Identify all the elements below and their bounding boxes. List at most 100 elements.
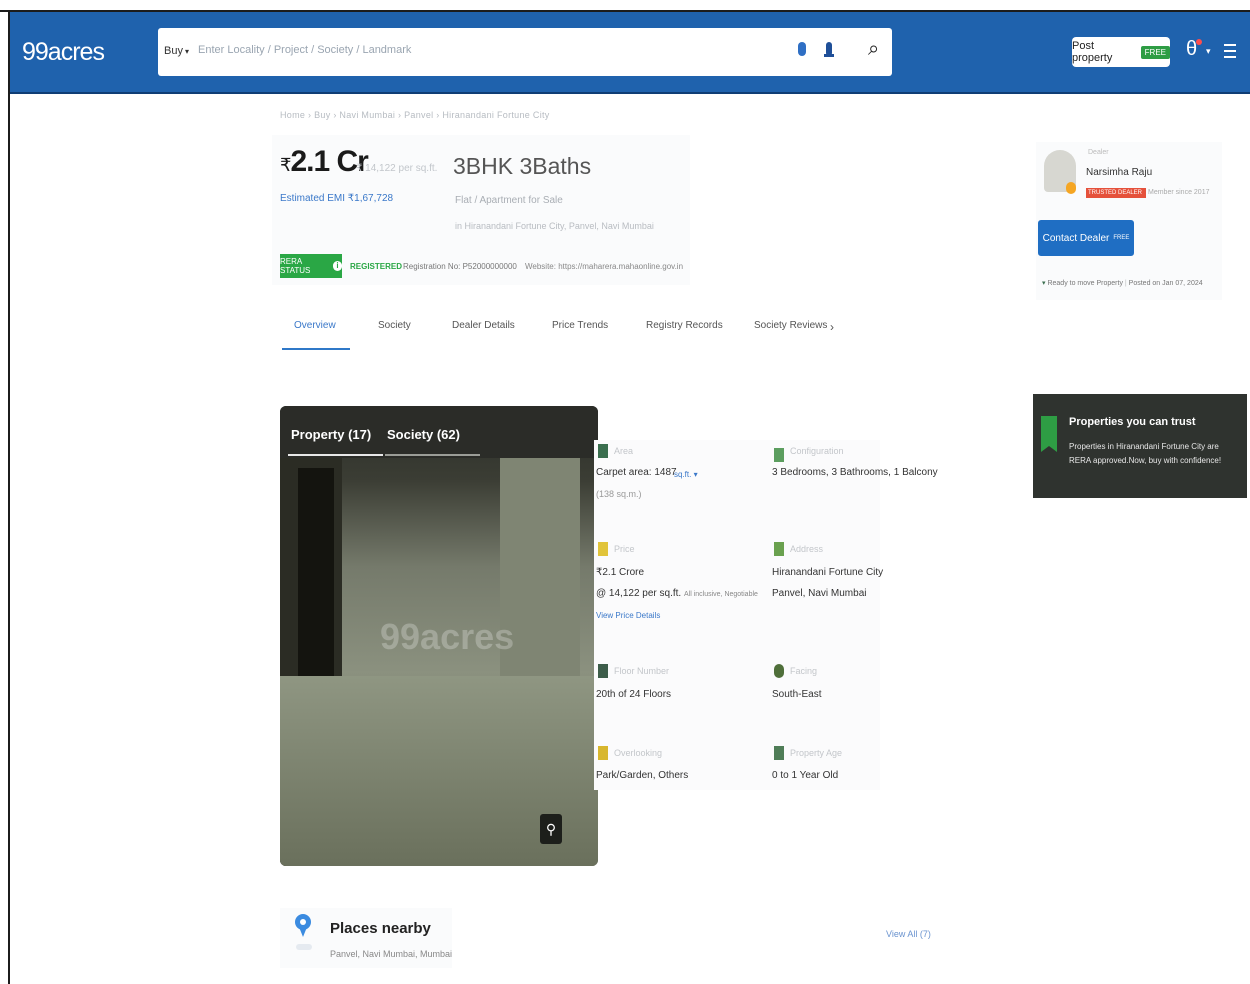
chevron-down-icon: ▾ [184,47,189,56]
configuration-title: 3BHK 3Baths [453,153,592,179]
view-price-details-link[interactable]: View Price Details [596,611,660,620]
property-type: Flat / Apartment for Sale [455,195,563,206]
rera-status-badge[interactable]: RERA STATUS i [280,254,342,278]
gallery-tab-indicator-active [288,454,383,456]
facing-value: South-East [772,689,822,700]
search-icon[interactable]: ⌕ [868,38,879,61]
area-unit-dropdown[interactable]: sq.ft. ▾ [674,470,698,479]
tab-dealer-details[interactable]: Dealer Details [452,320,515,331]
area-label: Area [614,446,634,456]
view-all-link[interactable]: View All (7) [886,929,931,939]
listing-status-row: ▾ Ready to move Property | Posted on Jan… [1042,279,1203,287]
price-inclusive-note: All inclusive, Negotiable [683,591,758,598]
dealer-role: Dealer [1088,149,1109,156]
map-pin-shadow [296,944,312,950]
contact-dealer-label: Contact Dealer [1042,232,1110,244]
frame-border-left [8,10,10,984]
contact-dealer-button[interactable]: Contact Dealer FREE [1038,220,1134,256]
floor-value: 20th of 24 Floors [596,689,672,700]
compass-icon [774,664,784,678]
configuration-icon [774,448,784,462]
gallery-photo-door [298,468,334,678]
area-icon [598,444,608,458]
area-value: Carpet area: 1487 [596,467,677,478]
area-unit: sq.ft. [674,470,692,479]
tab-society[interactable]: Society [378,320,411,331]
tab-registry-records[interactable]: Registry Records [646,320,723,331]
posted-date: Posted on Jan 07, 2024 [1128,280,1203,287]
search-input[interactable]: Enter Locality / Project / Society / Lan… [198,44,411,56]
rera-registered: REGISTERED [350,262,403,271]
location-pin-icon: ▾ [1042,280,1046,287]
hamburger-menu-icon[interactable] [1224,44,1236,58]
dealer-name[interactable]: Narsimha Raju [1086,167,1152,178]
gallery-tab-indicator [385,454,480,456]
breadcrumb[interactable]: Home › Buy › Navi Mumbai › Panvel › Hira… [280,110,550,120]
emi-link[interactable]: Estimated EMI ₹1,67,728 [280,193,393,204]
address-sub: Panvel, Navi Mumbai [772,588,867,599]
configuration-value: 3 Bedrooms, 3 Bathrooms, 1 Balcony [772,467,938,478]
price-per-sqft-value: @ 14,122 per sq.ft. [596,588,682,599]
trust-text: Properties in Hiranandani Fortune City a… [1069,442,1222,465]
price-per-sqft-detail: @ 14,122 per sq.ft. All inclusive, Negot… [596,588,758,599]
brand-logo[interactable]: 99acres [22,38,105,67]
zoom-icon[interactable]: ⚲ [540,814,562,844]
trust-banner[interactable]: Properties you can trust Properties in H… [1033,394,1247,498]
photo-gallery[interactable]: 99acres Property (17) Society (62) ⚲ [280,406,598,866]
trust-title: Properties you can trust [1069,416,1196,428]
trusted-dealer-badge: TRUSTED DEALER [1086,188,1146,198]
info-icon: i [333,261,342,271]
rera-flag-icon [1041,416,1057,452]
map-pin-icon [294,914,312,950]
price-label: Price [614,544,635,554]
contact-free-badge: FREE [1113,235,1130,241]
configuration-label: Configuration [790,446,844,456]
search-mode-dropdown[interactable]: Buy ▾ [164,45,189,57]
price-per-sqft: ₹ 14,122 per sq.ft. [356,163,438,174]
location-icon[interactable] [798,42,806,56]
free-badge: FREE [1140,45,1170,59]
address-icon [774,542,784,556]
property-details-panel: Area Carpet area: 1487 sq.ft. ▾ (138 sq.… [594,440,938,790]
price-detail-value: ₹2.1 Crore [596,567,645,578]
ready-to-move-status: Ready to move Property [1047,280,1123,287]
price: ₹2.1 Cr [280,145,369,179]
search-mode-label: Buy [164,45,183,57]
tab-price-trends[interactable]: Price Trends [552,320,608,331]
overlooking-label: Overlooking [614,748,663,758]
detail-tabs: Overview Society Dealer Details Price Tr… [280,318,860,354]
post-property-button[interactable]: Post property FREE [1072,37,1170,67]
overlooking-icon [598,746,608,760]
tab-society-reviews[interactable]: Society Reviews [754,320,827,331]
property-location: in Hiranandani Fortune City, Panvel, Nav… [455,221,654,231]
rera-website[interactable]: Website: https://maharera.mahaonline.gov… [525,262,683,271]
verified-badge-icon [1066,182,1076,194]
map-pin-tail [299,927,307,937]
chevron-right-icon[interactable]: › [830,320,834,334]
property-age-label: Property Age [790,748,843,758]
places-nearby-title: Places nearby [330,920,431,937]
search-bar: Buy ▾ Enter Locality / Project / Society … [158,28,892,76]
address-label: Address [790,544,824,554]
rupee-symbol: ₹ [280,155,291,175]
active-tab-indicator [282,348,350,350]
chevron-down-icon[interactable]: ▾ [1206,46,1211,57]
floor-icon [598,664,608,678]
property-age-value: 0 to 1 Year Old [772,770,839,781]
floor-label: Floor Number [614,666,670,676]
places-nearby-subtitle: Panvel, Navi Mumbai, Mumbai [330,949,453,959]
dealer-member-since: Member since 2017 [1148,189,1210,196]
facing-label: Facing [790,666,818,676]
property-age-icon [774,746,784,760]
post-property-label: Post property [1072,40,1113,64]
tab-overview[interactable]: Overview [294,320,336,331]
gallery-tab-property[interactable]: Property (17) [291,427,371,442]
overlooking-value: Park/Garden, Others [596,770,689,781]
address-value: Hiranandani Fortune City [772,567,884,578]
gallery-tab-society[interactable]: Society (62) [387,427,460,442]
area-sub: (138 sq.m.) [596,489,642,499]
rera-status-label: RERA STATUS [280,257,311,275]
microphone-icon[interactable] [824,42,834,57]
top-header: 99acres Buy ▾ Enter Locality / Project / … [10,12,1250,92]
price-icon [598,542,608,556]
